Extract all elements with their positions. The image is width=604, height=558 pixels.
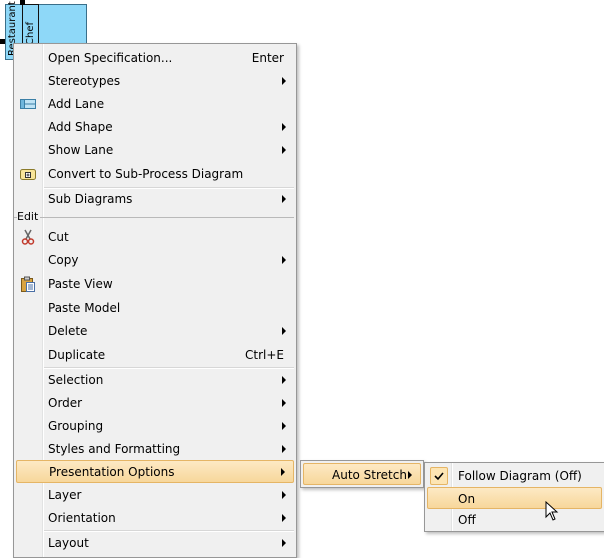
submenu-arrow-icon <box>282 445 286 453</box>
scissors-icon <box>20 229 36 245</box>
submenu-arrow-icon <box>281 468 285 476</box>
menu-item-paste-model[interactable]: Paste Model <box>16 297 294 319</box>
menu-item-label: Auto Stretch <box>332 468 407 482</box>
menu-item-shortcut: Ctrl+E <box>245 348 284 362</box>
lane-icon <box>20 96 36 112</box>
submenu-arrow-icon <box>282 376 286 384</box>
menu-item-label: Order <box>48 396 83 410</box>
submenu-arrow-icon <box>282 491 286 499</box>
auto-stretch-submenu: Follow Diagram (Off) On Off <box>424 462 604 532</box>
menu-item-label: Sub Diagrams <box>48 192 133 206</box>
menu-item-add-lane[interactable]: Add Lane <box>16 93 294 115</box>
menu-item-label: Delete <box>48 324 88 338</box>
menu-item-styles-and-formatting[interactable]: Styles and Formatting <box>16 438 294 460</box>
menu-item-label: Styles and Formatting <box>48 442 181 456</box>
menu-item-duplicate[interactable]: Duplicate Ctrl+E <box>16 344 294 366</box>
menu-item-label: On <box>458 492 476 506</box>
menu-item-label: Selection <box>48 373 104 387</box>
menu-item-label: Add Shape <box>48 120 113 134</box>
menu-item-label: Off <box>458 513 476 527</box>
menu-item-label: Paste View <box>48 277 113 291</box>
resize-handle[interactable] <box>0 39 5 44</box>
menu-item-label: Paste Model <box>48 301 121 315</box>
menu-item-convert-sub-process[interactable]: Convert to Sub-Process Diagram <box>16 163 294 185</box>
group-separator <box>14 217 294 218</box>
menu-item-cut[interactable]: Cut <box>16 226 294 248</box>
menu-item-on[interactable]: On <box>427 487 602 509</box>
menu-item-presentation-options[interactable]: Presentation Options <box>16 460 294 483</box>
submenu-arrow-icon <box>282 514 286 522</box>
menu-item-add-shape[interactable]: Add Shape <box>16 116 294 138</box>
context-menu: Open Specification... Enter Stereotypes … <box>13 43 297 558</box>
menu-item-layer[interactable]: Layer <box>16 484 294 506</box>
submenu-arrow-icon <box>282 327 286 335</box>
menu-item-follow-diagram[interactable]: Follow Diagram (Off) <box>427 465 602 487</box>
submenu-arrow-icon <box>282 77 286 85</box>
menu-item-label: Presentation Options <box>49 465 175 479</box>
menu-item-label: Layer <box>48 488 82 502</box>
clipboard-icon <box>20 276 36 292</box>
menu-item-stereotypes[interactable]: Stereotypes <box>16 70 294 92</box>
menu-item-paste-view[interactable]: Paste View <box>16 273 294 295</box>
menu-item-auto-stretch[interactable]: Auto Stretch <box>303 463 421 485</box>
menu-item-selection[interactable]: Selection <box>16 369 294 391</box>
menu-item-shortcut: Enter <box>251 51 284 65</box>
menu-item-off[interactable]: Off <box>427 509 602 531</box>
menu-item-label: Duplicate <box>48 348 106 362</box>
menu-item-label: Open Specification... <box>48 51 173 65</box>
submenu-arrow-icon <box>408 471 412 479</box>
submenu-arrow-icon <box>282 539 286 547</box>
menu-item-orientation[interactable]: Orientation <box>16 507 294 529</box>
presentation-options-submenu: Auto Stretch <box>300 460 424 488</box>
menu-item-label: Copy <box>48 253 79 267</box>
menu-item-show-lane[interactable]: Show Lane <box>16 139 294 161</box>
menu-item-label: Show Lane <box>48 143 114 157</box>
menu-item-label: Add Lane <box>48 97 105 111</box>
menu-item-label: Grouping <box>48 419 104 433</box>
menu-item-delete[interactable]: Delete <box>16 320 294 342</box>
submenu-arrow-icon <box>282 195 286 203</box>
submenu-arrow-icon <box>282 146 286 154</box>
submenu-arrow-icon <box>282 256 286 264</box>
menu-item-label: Cut <box>48 230 69 244</box>
menu-item-label: Convert to Sub-Process Diagram <box>48 167 244 181</box>
group-label-edit: Edit <box>17 210 41 223</box>
subprocess-icon <box>20 166 36 182</box>
menu-item-open-specification[interactable]: Open Specification... Enter <box>16 47 294 69</box>
submenu-arrow-icon <box>282 422 286 430</box>
mouse-cursor-icon <box>545 500 559 521</box>
menu-item-grouping[interactable]: Grouping <box>16 415 294 437</box>
menu-item-label: Stereotypes <box>48 74 121 88</box>
menu-item-copy[interactable]: Copy <box>16 249 294 271</box>
menu-item-label: Follow Diagram (Off) <box>458 469 582 483</box>
menu-item-label: Layout <box>48 536 89 550</box>
menu-item-label: Orientation <box>48 511 116 525</box>
checkmark-icon <box>430 467 448 485</box>
menu-item-sub-diagrams[interactable]: Sub Diagrams <box>16 188 294 210</box>
resize-handle[interactable] <box>20 0 25 5</box>
menu-item-order[interactable]: Order <box>16 392 294 414</box>
submenu-arrow-icon <box>282 123 286 131</box>
menu-item-layout[interactable]: Layout <box>16 532 294 554</box>
submenu-arrow-icon <box>282 399 286 407</box>
lane-label: Chef <box>25 22 36 45</box>
